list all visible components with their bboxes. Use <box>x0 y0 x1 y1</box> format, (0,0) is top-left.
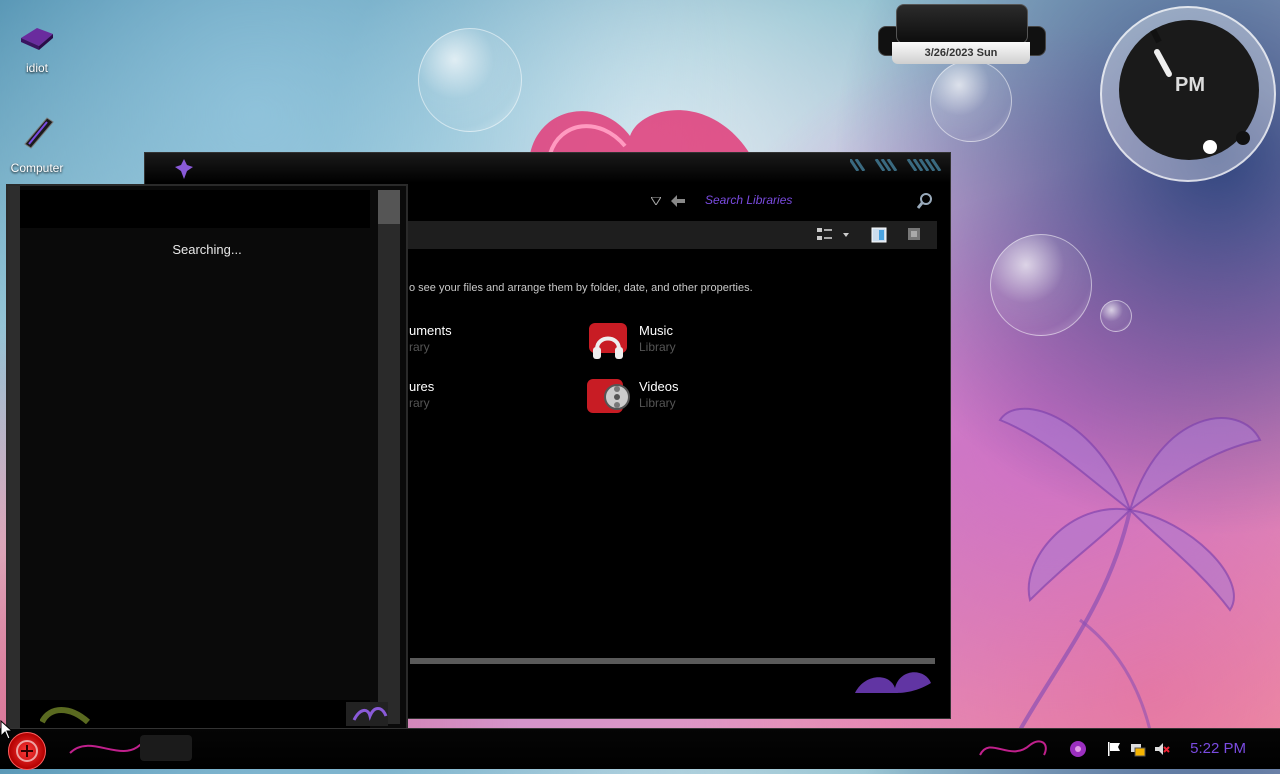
mouse-cursor-icon <box>0 720 12 740</box>
calendar-gadget[interactable]: 3/26/2023 Sun <box>876 0 1046 70</box>
clock-gadget[interactable]: PM <box>1100 6 1280 182</box>
library-name: Music <box>639 323 673 338</box>
start-orb-icon <box>16 740 38 762</box>
library-name: Videos <box>639 379 679 394</box>
taskbar-clock[interactable]: 5:22 PM <box>1190 740 1246 757</box>
search-status-text: Searching... <box>172 242 242 257</box>
preview-pane-icon[interactable] <box>871 227 887 243</box>
bubble-decoration <box>930 60 1012 142</box>
search-panel-header <box>20 190 370 228</box>
desktop-icon-label: Computer <box>10 161 64 175</box>
action-center-flag-icon[interactable] <box>1106 741 1122 757</box>
desktop-icon-user[interactable]: idiot <box>0 20 74 75</box>
library-name: uments <box>409 323 452 338</box>
panel-left-edge <box>8 186 20 730</box>
search-panel-footer <box>20 700 388 728</box>
scrollbar-thumb[interactable] <box>378 190 400 224</box>
flower-tray-icon[interactable] <box>1068 739 1088 759</box>
volume-muted-icon[interactable] <box>1154 741 1170 757</box>
search-libraries-input[interactable]: Search Libraries <box>705 193 792 207</box>
bubble-decoration <box>990 234 1092 336</box>
library-type: rary <box>409 396 430 410</box>
computer-icon <box>24 117 54 149</box>
butterfly-wallpaper-icon <box>530 110 750 155</box>
butterfly-details-icon <box>855 672 931 693</box>
window-controls-icon[interactable] <box>850 159 942 171</box>
taskbar: 5:22 PM <box>0 728 1280 770</box>
library-item-documents[interactable]: uments rary <box>409 323 452 354</box>
library-type: Library <box>639 340 676 354</box>
search-icon[interactable] <box>917 193 933 209</box>
bubble-decoration <box>1100 300 1132 332</box>
network-icon[interactable] <box>1130 741 1146 757</box>
videos-library-icon[interactable] <box>585 373 631 417</box>
library-item-videos[interactable]: Videos Library <box>639 379 679 410</box>
start-button[interactable] <box>8 732 46 770</box>
footer-decoration-icon <box>40 707 90 724</box>
gadget-date: 3/26/2023 Sun <box>892 42 1030 64</box>
window-logo-icon <box>175 159 193 179</box>
library-item-pictures[interactable]: ures rary <box>409 379 434 410</box>
gadget-top-panel <box>896 4 1028 44</box>
refresh-icon[interactable] <box>669 193 687 209</box>
view-options-icon[interactable] <box>817 227 853 243</box>
desktop-icon-computer[interactable]: Computer <box>0 114 74 175</box>
search-results-panel[interactable]: Searching... <box>6 184 408 732</box>
music-library-icon[interactable] <box>585 319 631 363</box>
dropdown-arrow-icon[interactable] <box>651 197 661 205</box>
help-icon[interactable] <box>907 227 921 241</box>
user-folder-icon <box>21 28 53 50</box>
library-name: ures <box>409 379 435 394</box>
taskbar-heart-decoration-icon <box>979 740 1047 756</box>
taskbar-button-placeholder[interactable] <box>140 735 192 761</box>
library-type: rary <box>409 340 430 354</box>
desktop-icon-label: idiot <box>25 61 48 75</box>
libraries-info-text: o see your files and arrange them by fol… <box>409 282 753 294</box>
scrollbar-track[interactable] <box>378 190 400 724</box>
library-item-music[interactable]: Music Library <box>639 323 676 354</box>
footer-butterfly-icon <box>346 702 388 726</box>
bubble-decoration <box>418 28 522 132</box>
clock-ampm-label: PM <box>1175 74 1205 96</box>
library-type: Library <box>639 396 676 410</box>
window-titlebar[interactable] <box>145 153 950 183</box>
lily-wallpaper-icon <box>998 407 1262 730</box>
